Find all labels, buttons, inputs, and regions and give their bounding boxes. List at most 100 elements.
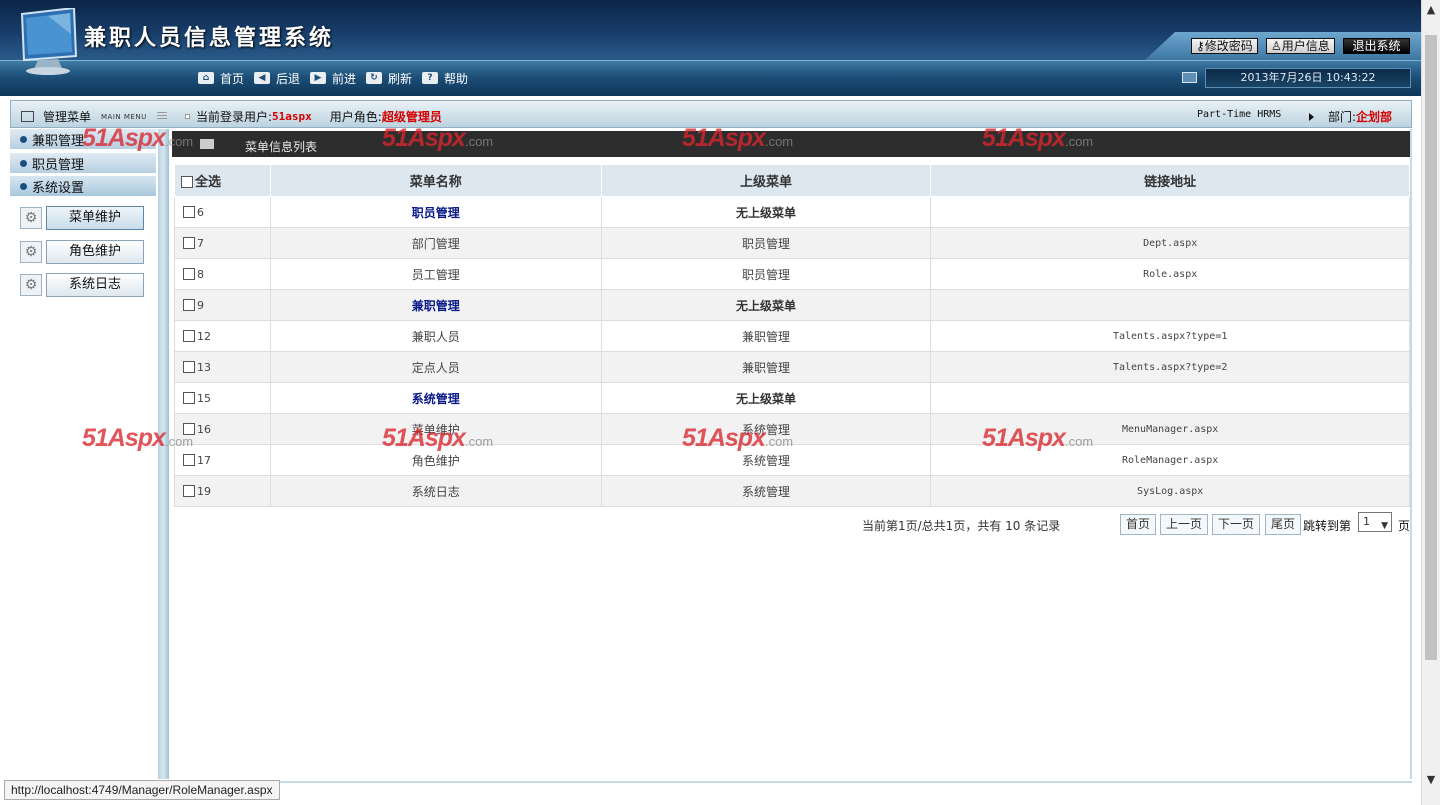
row-checkbox[interactable] (183, 484, 195, 497)
nav-back-label: 后退 (276, 71, 301, 86)
nav-home-label: 首页 (220, 71, 245, 86)
row-id: 17 (197, 453, 211, 467)
link-url-cell (930, 382, 1410, 414)
gear-icon: ⚙ (20, 241, 42, 263)
menu-lines-icon (156, 112, 167, 121)
nav-back[interactable]: ◀ 后退 (254, 70, 300, 86)
system-en-name: Part-Time HRMS (1197, 109, 1282, 120)
id-cell: 13 (174, 351, 271, 383)
row-id: 6 (197, 205, 204, 219)
row-checkbox[interactable] (183, 298, 195, 311)
menu-table: 全选 菜单名称 上级菜单 链接地址 6 职员管理 无上级菜单 7 部门管理 职员管理 Dep… (174, 164, 1410, 507)
parent-menu-cell: 兼职管理 (600, 320, 932, 352)
row-id: 7 (197, 236, 204, 250)
row-checkbox[interactable] (183, 360, 195, 373)
id-cell: 17 (174, 444, 271, 476)
sidebar-group-parttime[interactable]: 兼职管理 (10, 129, 156, 150)
sidebar-item-label[interactable]: 系统日志 (46, 273, 144, 297)
current-user-value: 51aspx (272, 110, 312, 123)
row-id: 13 (197, 360, 211, 374)
user-icon: ♙ (1271, 39, 1282, 53)
nav-refresh[interactable]: ↻ 刷新 (366, 70, 412, 86)
app-header: 兼职人员信息管理系统 ⚷修改密码 ♙用户信息 退出系统 ⌂ 首页 ◀ 后退 ▶ 前进 … (0, 0, 1421, 96)
list-icon (200, 139, 214, 149)
row-checkbox[interactable] (183, 453, 195, 466)
table-row: 8 员工管理 职员管理 Role.aspx (174, 258, 1410, 290)
sidebar-group-label: 兼职管理 (32, 133, 85, 149)
link-url-cell: MenuManager.aspx (930, 413, 1410, 445)
table-row: 6 职员管理 无上级菜单 (174, 196, 1410, 228)
scroll-down-icon[interactable]: ▼ (1425, 774, 1437, 786)
link-url-cell: Talents.aspx?type=2 (930, 351, 1410, 383)
id-cell: 9 (174, 289, 271, 321)
page-select-value: 1 (1363, 515, 1370, 528)
sidebar-splitter[interactable] (158, 129, 169, 779)
nav-forward-label: 前进 (332, 71, 357, 86)
parent-menu-cell: 无上级菜单 (600, 382, 932, 414)
parent-menu-cell: 系统管理 (600, 475, 932, 507)
nav-home[interactable]: ⌂ 首页 (198, 70, 244, 86)
table-row: 13 定点人员 兼职管理 Talents.aspx?type=2 (174, 351, 1410, 383)
row-checkbox[interactable] (183, 267, 195, 280)
vertical-scrollbar[interactable]: ▲ ▼ (1421, 0, 1440, 805)
scroll-up-icon[interactable]: ▲ (1425, 4, 1437, 16)
list-title: 菜单信息列表 (245, 140, 318, 154)
logout-label: 退出系统 (1352, 39, 1401, 53)
row-checkbox[interactable] (183, 391, 195, 404)
sidebar-item-role-maintenance[interactable]: ⚙ 角色维护 (20, 240, 148, 264)
first-page-button[interactable]: 首页 (1120, 514, 1157, 535)
nav-help[interactable]: ? 帮助 (422, 70, 468, 86)
column-header-name: 菜单名称 (269, 164, 602, 197)
sidebar-group-settings[interactable]: 系统设置 (10, 176, 156, 197)
table-row: 12 兼职人员 兼职管理 Talents.aspx?type=1 (174, 320, 1410, 352)
row-checkbox[interactable] (183, 205, 195, 218)
system-title: 兼职人员信息管理系统 (84, 25, 335, 51)
menu-name-cell: 系统管理 (269, 382, 602, 414)
logout-button[interactable]: 退出系统 (1343, 38, 1410, 54)
menu-name-cell: 兼职人员 (269, 320, 602, 352)
nav-forward[interactable]: ▶ 前进 (310, 70, 356, 86)
user-info-button[interactable]: ♙用户信息 (1266, 38, 1335, 54)
next-page-button[interactable]: 下一页 (1212, 514, 1261, 535)
sidebar-item-label[interactable]: 角色维护 (46, 240, 144, 264)
change-password-button[interactable]: ⚷修改密码 (1191, 38, 1258, 54)
select-all-checkbox[interactable] (181, 176, 193, 188)
prev-page-button[interactable]: 上一页 (1160, 514, 1209, 535)
page-select[interactable]: 1 ▼ (1358, 512, 1392, 532)
role-label: 用户角色: (329, 110, 382, 124)
parent-menu-cell: 职员管理 (600, 227, 932, 259)
table-row: 17 角色维护 系统管理 RoleManager.aspx (174, 444, 1410, 476)
sidebar-item-label[interactable]: 菜单维护 (46, 206, 144, 230)
id-cell: 8 (174, 258, 271, 290)
bullet-icon (185, 114, 190, 119)
menu-name-cell: 菜单维护 (269, 413, 602, 445)
select-all-header: 全选 (174, 164, 271, 197)
sidebar-item-system-log[interactable]: ⚙ 系统日志 (20, 273, 148, 297)
sidebar-item-menu-maintenance[interactable]: ⚙ 菜单维护 (20, 206, 148, 230)
help-icon: ? (422, 72, 438, 84)
row-id: 15 (197, 391, 211, 405)
nav-refresh-label: 刷新 (388, 71, 413, 86)
table-row: 15 系统管理 无上级菜单 (174, 382, 1410, 414)
dept-value: 企划部 (1356, 110, 1393, 124)
forward-arrow-icon: ▶ (310, 72, 326, 84)
row-id: 16 (197, 422, 211, 436)
department-info: 部门: 企划部 (1309, 108, 1392, 125)
scrollbar-thumb[interactable] (1425, 35, 1437, 660)
table-header-row: 全选 菜单名称 上级菜单 链接地址 (174, 164, 1410, 197)
menu-title-label: 管理菜单 (43, 110, 92, 124)
row-checkbox[interactable] (183, 329, 195, 342)
row-checkbox[interactable] (183, 236, 195, 249)
menu-name-cell: 系统日志 (269, 475, 602, 507)
role-value: 超级管理员 (381, 110, 442, 124)
row-checkbox[interactable] (183, 422, 195, 435)
gear-icon: ⚙ (20, 207, 42, 229)
row-id: 19 (197, 484, 211, 498)
row-id: 8 (197, 267, 204, 281)
link-url-cell: Talents.aspx?type=1 (930, 320, 1410, 352)
sidebar-group-staff[interactable]: 职员管理 (10, 153, 156, 174)
nav-help-label: 帮助 (444, 71, 469, 86)
id-cell: 12 (174, 320, 271, 352)
last-page-button[interactable]: 尾页 (1265, 514, 1302, 535)
menu-name-cell: 定点人员 (269, 351, 602, 383)
